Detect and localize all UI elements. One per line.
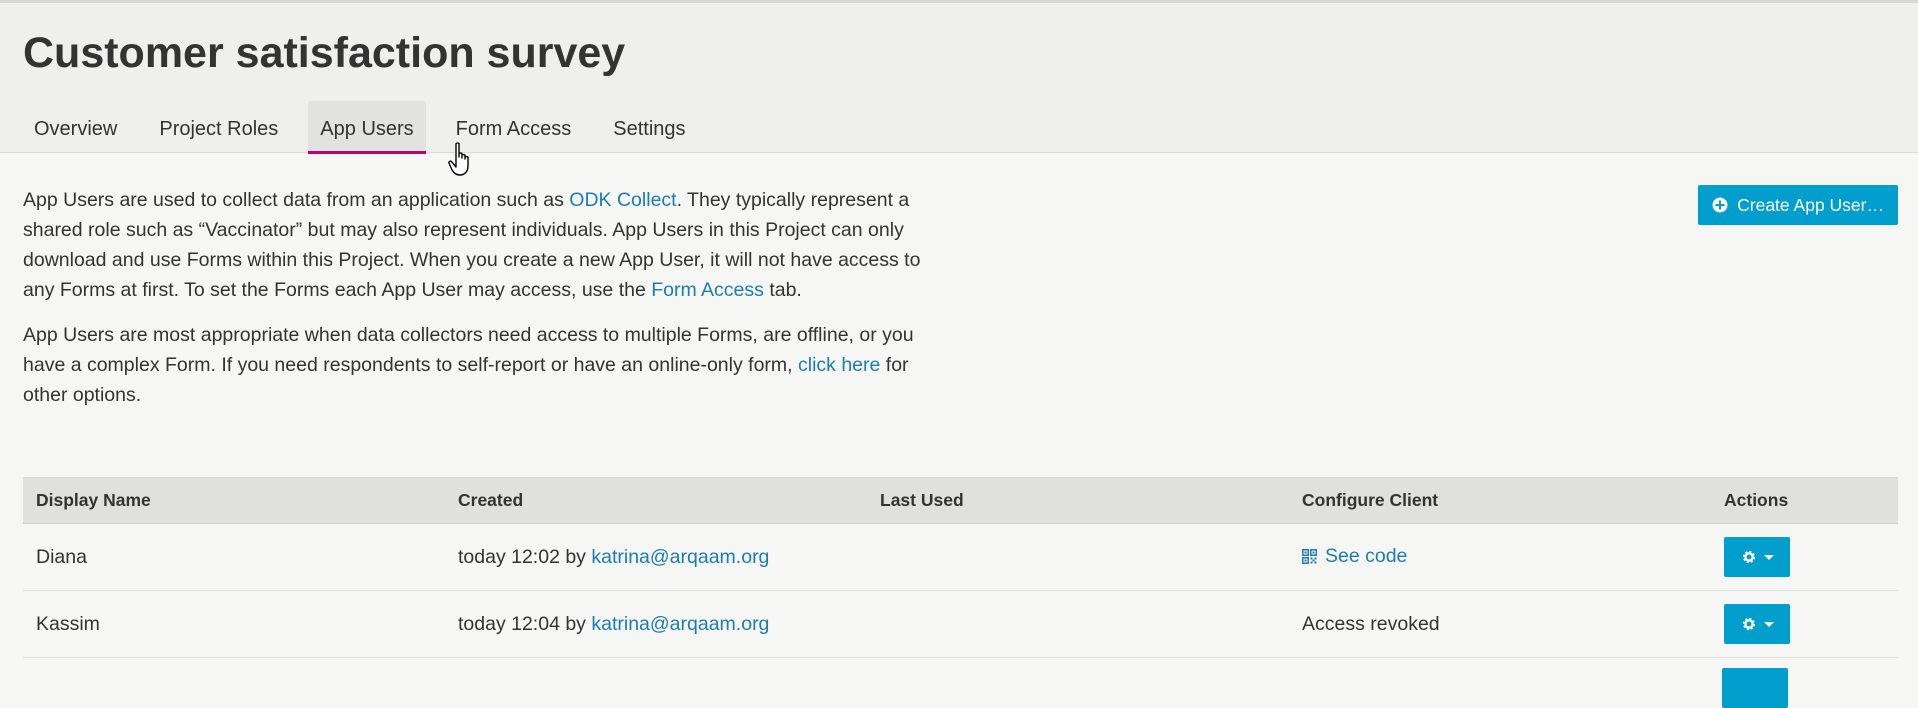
column-header-display-name[interactable]: Display Name [23, 477, 445, 524]
form-access-link[interactable]: Form Access [651, 279, 764, 301]
configure-client-cell: Access revoked [1289, 590, 1711, 658]
row-actions-button[interactable] [1724, 537, 1790, 577]
created-time: today 12:04 by [458, 612, 592, 635]
column-header-actions: Actions [1711, 477, 1898, 524]
tab-app-users[interactable]: App Users [308, 101, 427, 154]
table-row: Kassim today 12:04 by katrina@arqaam.org… [23, 590, 1898, 658]
gear-icon [1742, 617, 1755, 631]
creator-email-link[interactable]: katrina@arqaam.org [591, 546, 769, 568]
app-users-table: Display Name Created Last Used Configure… [23, 477, 1898, 658]
row-actions-button-partial[interactable] [1722, 668, 1788, 708]
project-tabs: Overview Project Roles App Users Form Ac… [22, 101, 698, 154]
intro-text: App Users are most appropriate when data… [23, 324, 914, 376]
app-users-description: App Users are used to collect data from … [23, 185, 943, 425]
actions-cell [1711, 523, 1898, 591]
page-title: Customer satisfaction survey [23, 29, 626, 77]
create-app-user-button[interactable]: Create App User… [1698, 185, 1898, 225]
see-code-link[interactable]: See code [1302, 545, 1407, 568]
odk-collect-link[interactable]: ODK Collect [569, 189, 676, 211]
creator-email-link[interactable]: katrina@arqaam.org [591, 613, 769, 635]
configure-client-cell: See code [1289, 523, 1711, 591]
tab-settings[interactable]: Settings [601, 101, 697, 153]
hand-pointer-cursor-icon [448, 142, 469, 176]
page-header: Customer satisfaction survey Overview Pr… [0, 3, 1918, 154]
actions-cell [1711, 590, 1898, 658]
caret-down-icon [1763, 554, 1774, 560]
display-name-cell: Kassim [23, 590, 445, 658]
created-cell: today 12:04 by katrina@arqaam.org [445, 590, 867, 658]
see-code-label: See code [1325, 544, 1408, 567]
qr-code-icon [1302, 548, 1317, 564]
column-header-last-used[interactable]: Last Used [867, 477, 1289, 524]
table-header-row: Display Name Created Last Used Configure… [23, 477, 1898, 524]
click-here-link[interactable]: click here [798, 354, 880, 376]
create-app-user-label: Create App User… [1737, 194, 1884, 215]
column-header-configure-client[interactable]: Configure Client [1289, 477, 1711, 524]
tab-project-roles[interactable]: Project Roles [147, 101, 290, 153]
created-time: today 12:02 by [458, 545, 592, 568]
last-used-cell [867, 590, 1289, 658]
table-row: Diana today 12:02 by katrina@arqaam.org [23, 523, 1898, 591]
created-cell: today 12:02 by katrina@arqaam.org [445, 523, 867, 591]
plus-circle-icon [1712, 197, 1728, 213]
intro-text: tab. [763, 279, 802, 301]
column-header-created[interactable]: Created [445, 477, 867, 524]
last-used-cell [867, 523, 1289, 591]
intro-paragraph-2: App Users are most appropriate when data… [23, 320, 943, 410]
tab-overview[interactable]: Overview [22, 101, 129, 153]
display-name-cell: Diana [23, 523, 445, 591]
caret-down-icon [1763, 621, 1774, 627]
row-actions-button[interactable] [1724, 604, 1790, 644]
gear-icon [1742, 550, 1755, 564]
intro-text: App Users are used to collect data from … [23, 189, 570, 211]
intro-paragraph-1: App Users are used to collect data from … [23, 185, 943, 305]
